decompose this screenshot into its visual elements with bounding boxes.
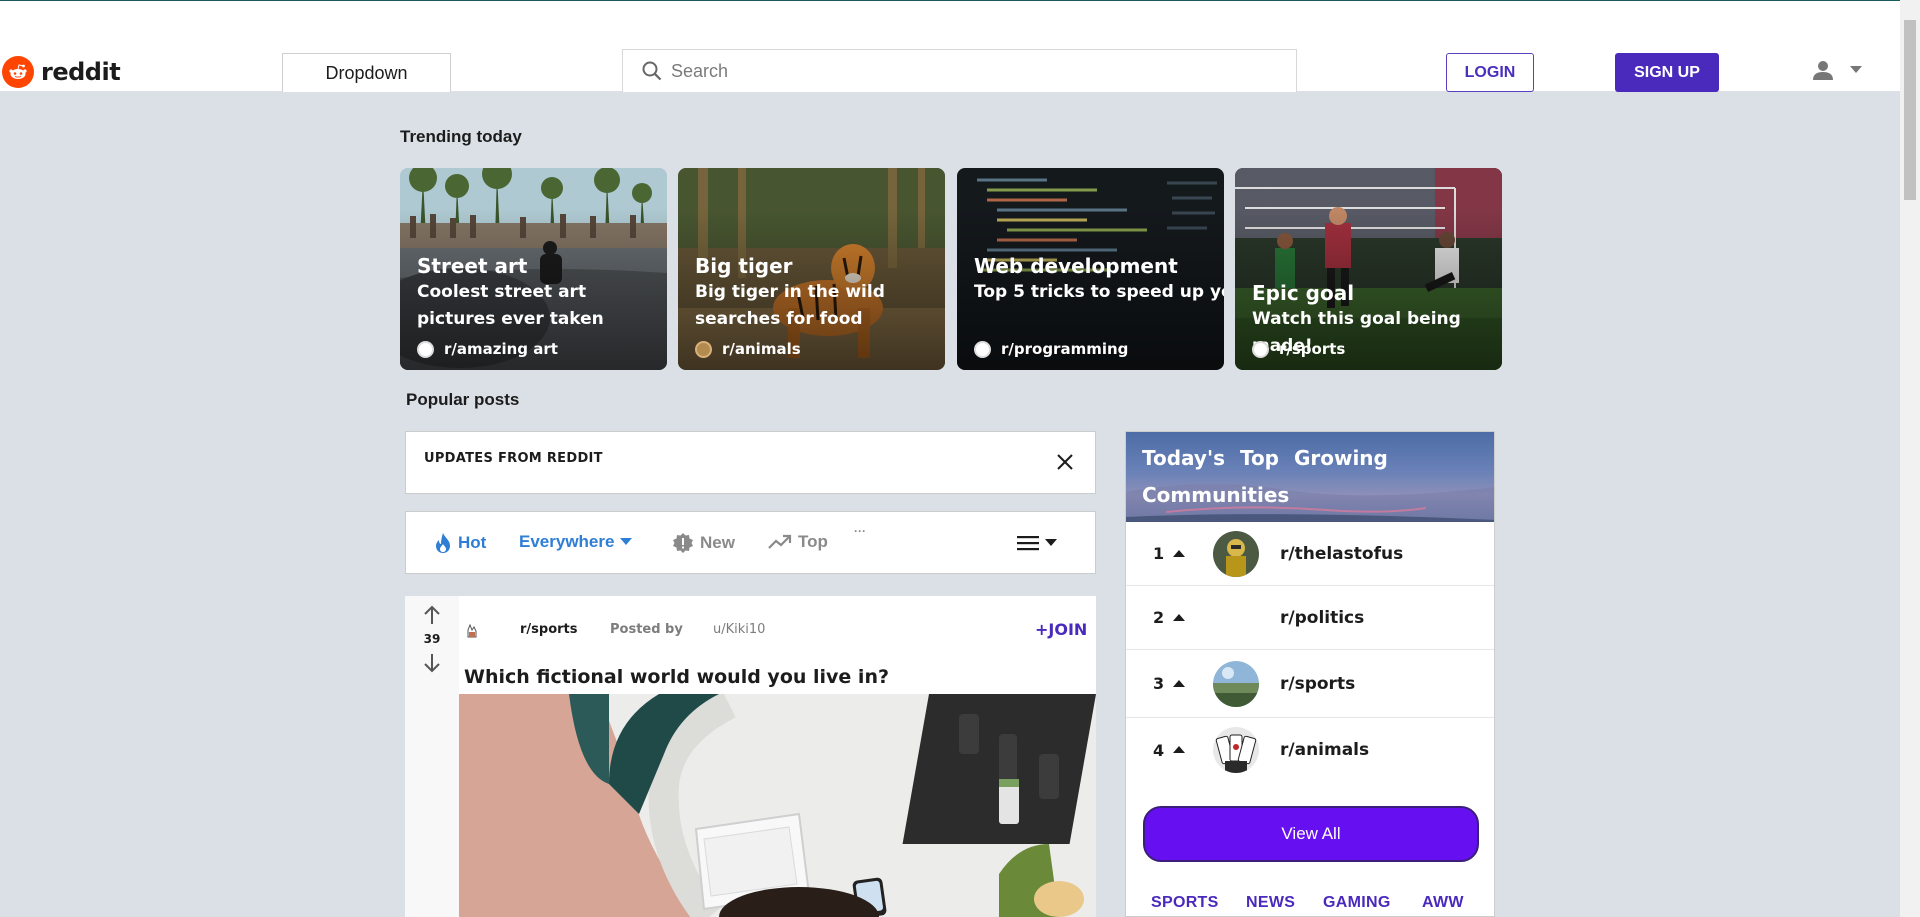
subreddit-icon bbox=[1252, 340, 1269, 358]
trending-card-street-art[interactable]: Street art Coolest street art pictures e… bbox=[400, 168, 667, 370]
trending-card-title: Web development bbox=[974, 254, 1178, 278]
community-rank: 3 bbox=[1153, 674, 1165, 693]
trending-card-desc: Top 5 tricks to speed up your web develo… bbox=[974, 282, 1224, 302]
trending-card-subreddit: r/sports bbox=[1279, 340, 1346, 358]
search-bar[interactable] bbox=[622, 49, 1297, 92]
user-icon bbox=[1813, 61, 1833, 80]
new-badge-icon bbox=[673, 533, 693, 553]
trending-up-icon bbox=[768, 534, 792, 549]
chevron-down-icon bbox=[620, 538, 633, 545]
post-title[interactable]: Which fictional world would you live in? bbox=[464, 666, 889, 688]
updates-label: UPDATES FROM REDDIT bbox=[424, 451, 603, 466]
subreddit-icon bbox=[974, 340, 991, 358]
trending-card-desc: Big tiger in the wild searches for food bbox=[695, 282, 885, 329]
community-name[interactable]: r/animals bbox=[1280, 740, 1369, 760]
community-rank: 2 bbox=[1153, 608, 1165, 627]
login-button[interactable]: LOGIN bbox=[1446, 53, 1534, 92]
trending-card-desc: Coolest street art pictures ever taken bbox=[417, 282, 604, 329]
reddit-logo[interactable]: reddit bbox=[2, 56, 121, 88]
list-view-icon bbox=[1017, 536, 1039, 551]
view-all-button[interactable]: View All bbox=[1143, 806, 1479, 862]
top-communities-widget: Today's Top Growing Communities 1 r/thel… bbox=[1125, 431, 1495, 917]
community-rank: 4 bbox=[1153, 740, 1165, 760]
community-row[interactable]: 2 r/politics bbox=[1126, 586, 1494, 650]
sort-new-label: New bbox=[700, 533, 735, 552]
caret-up-icon bbox=[1173, 679, 1185, 687]
search-icon bbox=[642, 61, 662, 81]
community-rank: 1 bbox=[1153, 544, 1165, 563]
dropdown-button[interactable]: Dropdown bbox=[282, 53, 451, 92]
chevron-down-icon bbox=[1045, 539, 1057, 546]
vote-column: 39 bbox=[405, 596, 459, 917]
downvote-icon[interactable] bbox=[422, 653, 442, 673]
caret-up-icon bbox=[1173, 746, 1185, 753]
tab-aww[interactable]: AWW bbox=[1422, 894, 1464, 912]
sort-hot[interactable]: Hot bbox=[434, 532, 486, 554]
community-name[interactable]: r/thelastofus bbox=[1280, 544, 1403, 564]
community-avatar bbox=[1213, 530, 1259, 577]
post-image[interactable] bbox=[459, 694, 1096, 917]
reddit-alien-icon bbox=[2, 56, 34, 88]
community-name[interactable]: r/politics bbox=[1280, 608, 1364, 628]
trending-card-subreddit: r/animals bbox=[722, 340, 801, 358]
post-card[interactable]: 39 r/sports Posted by u/Kiki10 +JOIN Whi… bbox=[405, 596, 1096, 917]
trending-card-big-tiger[interactable]: Big tiger Big tiger in the wild searches… bbox=[678, 168, 945, 370]
close-icon[interactable] bbox=[1055, 452, 1075, 472]
sort-new[interactable]: New bbox=[672, 532, 735, 554]
trending-card-title: Big tiger bbox=[695, 254, 793, 278]
chevron-down-icon bbox=[1850, 66, 1862, 73]
sort-everywhere-label: Everywhere bbox=[519, 532, 615, 551]
search-input[interactable] bbox=[671, 60, 1271, 82]
community-row[interactable]: 4 r/animals bbox=[1126, 718, 1494, 782]
upvote-icon[interactable] bbox=[422, 605, 442, 625]
trending-card-subreddit: r/amazing art bbox=[444, 340, 558, 358]
sort-hot-label: Hot bbox=[458, 533, 487, 552]
subreddit-icon bbox=[467, 623, 477, 638]
scrollbar[interactable] bbox=[1900, 0, 1920, 917]
trending-card-title: Street art bbox=[417, 254, 528, 278]
widget-header: Today's Top Growing Communities bbox=[1126, 432, 1494, 522]
community-avatar bbox=[1213, 660, 1259, 707]
popular-posts-title: Popular posts bbox=[406, 390, 520, 409]
sort-top[interactable]: Top bbox=[768, 532, 828, 552]
sort-top-label: Top bbox=[798, 532, 828, 551]
community-row[interactable]: 3 r/sports bbox=[1126, 650, 1494, 718]
user-menu[interactable] bbox=[1812, 59, 1862, 81]
join-button[interactable]: +JOIN bbox=[1035, 620, 1087, 639]
flame-icon bbox=[436, 533, 450, 553]
logo-text: reddit bbox=[41, 58, 121, 86]
caret-up-icon bbox=[1173, 549, 1185, 557]
workspace-photo bbox=[459, 694, 1096, 917]
posted-by-label: Posted by bbox=[610, 622, 683, 637]
vote-count: 39 bbox=[423, 632, 441, 646]
sort-bar: Hot Everywhere New Top ··· bbox=[405, 511, 1096, 574]
community-avatar bbox=[1213, 727, 1259, 773]
caret-up-icon bbox=[1173, 613, 1185, 621]
post-subreddit[interactable]: r/sports bbox=[520, 622, 578, 637]
updates-banner: UPDATES FROM REDDIT bbox=[405, 431, 1096, 494]
signup-button[interactable]: SIGN UP bbox=[1615, 53, 1719, 92]
subreddit-icon bbox=[417, 340, 434, 358]
tab-gaming[interactable]: GAMING bbox=[1323, 894, 1422, 912]
widget-title: Today's Top Growing Communities bbox=[1142, 446, 1388, 507]
trending-card-epic-goal[interactable]: Epic goal Watch this goal being made! r/… bbox=[1235, 168, 1502, 370]
tab-sports[interactable]: SPORTS bbox=[1151, 894, 1246, 912]
trending-card-web-development[interactable]: Web development Top 5 tricks to speed up… bbox=[957, 168, 1224, 370]
more-options[interactable]: ··· bbox=[854, 524, 866, 538]
trending-title: Trending today bbox=[400, 127, 522, 146]
top-header: reddit Dropdown LOGIN SIGN UP bbox=[0, 1, 1900, 92]
trending-card-title: Epic goal bbox=[1252, 281, 1355, 305]
sort-everywhere[interactable]: Everywhere bbox=[519, 532, 633, 552]
trending-card-subreddit: r/programming bbox=[1001, 340, 1129, 358]
subreddit-icon bbox=[695, 340, 712, 358]
widget-tabs: SPORTS NEWS GAMING AWW bbox=[1151, 894, 1464, 912]
tab-news[interactable]: NEWS bbox=[1246, 894, 1323, 912]
community-row[interactable]: 1 r/thelastofus bbox=[1126, 522, 1494, 586]
scrollbar-thumb[interactable] bbox=[1904, 20, 1916, 200]
community-name[interactable]: r/sports bbox=[1280, 674, 1355, 694]
view-mode-toggle[interactable] bbox=[1017, 534, 1057, 552]
post-author[interactable]: u/Kiki10 bbox=[713, 622, 765, 637]
